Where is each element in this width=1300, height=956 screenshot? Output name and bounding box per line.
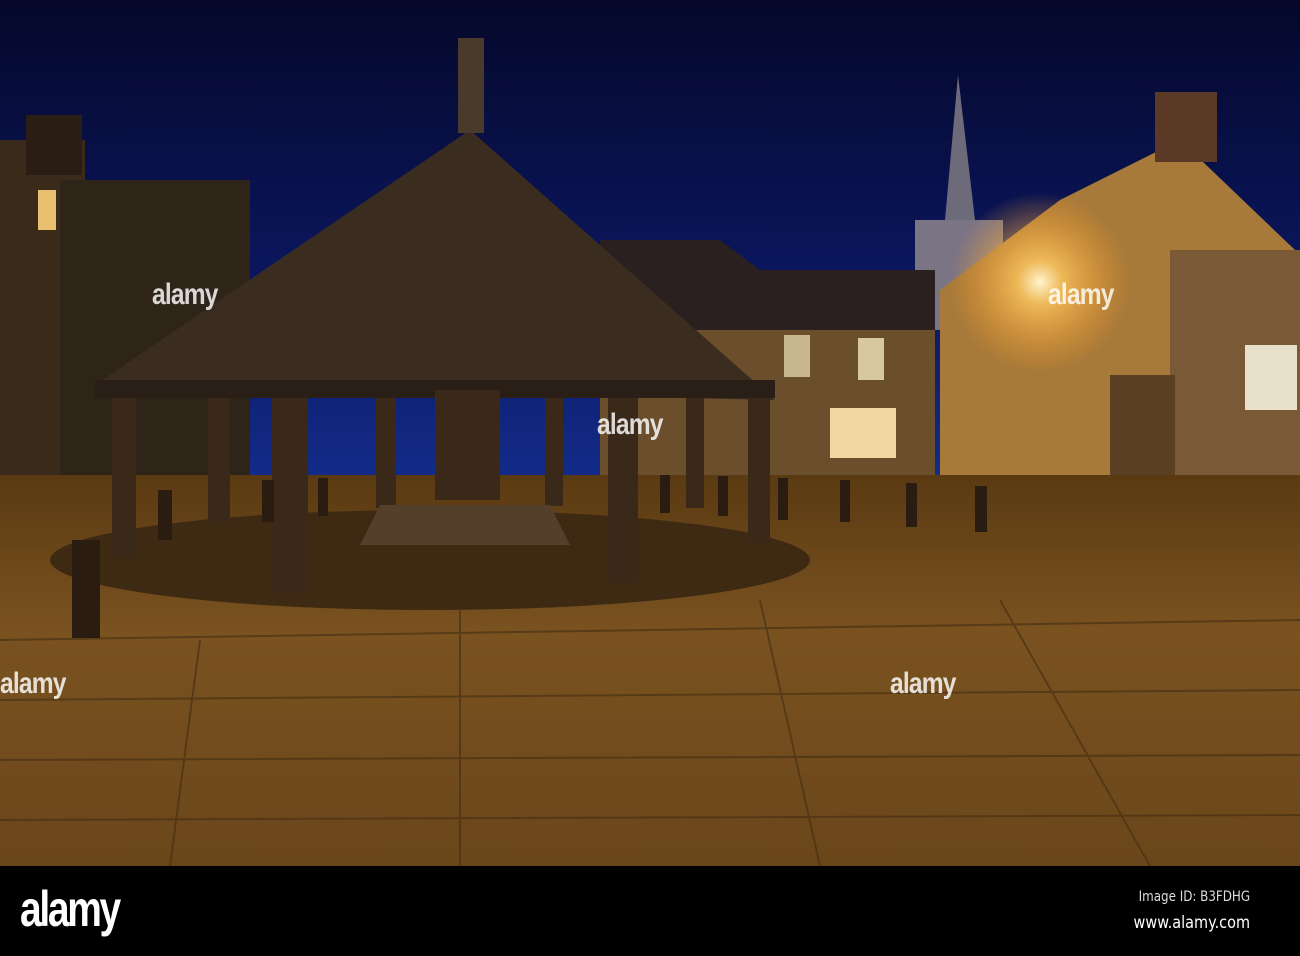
- watermark: alamy: [0, 667, 66, 700]
- website-link[interactable]: www.alamy.com: [1134, 913, 1250, 933]
- footer-bar: alamy Image ID: B3FDHG www.alamy.com: [0, 866, 1300, 956]
- watermark: alamy: [152, 278, 218, 311]
- image-id: Image ID: B3FDHG: [1138, 889, 1250, 905]
- watermark: alamy: [597, 408, 663, 441]
- watermark: alamy: [1048, 278, 1114, 311]
- alamy-logo: alamy: [20, 881, 121, 937]
- watermark: alamy: [890, 667, 956, 700]
